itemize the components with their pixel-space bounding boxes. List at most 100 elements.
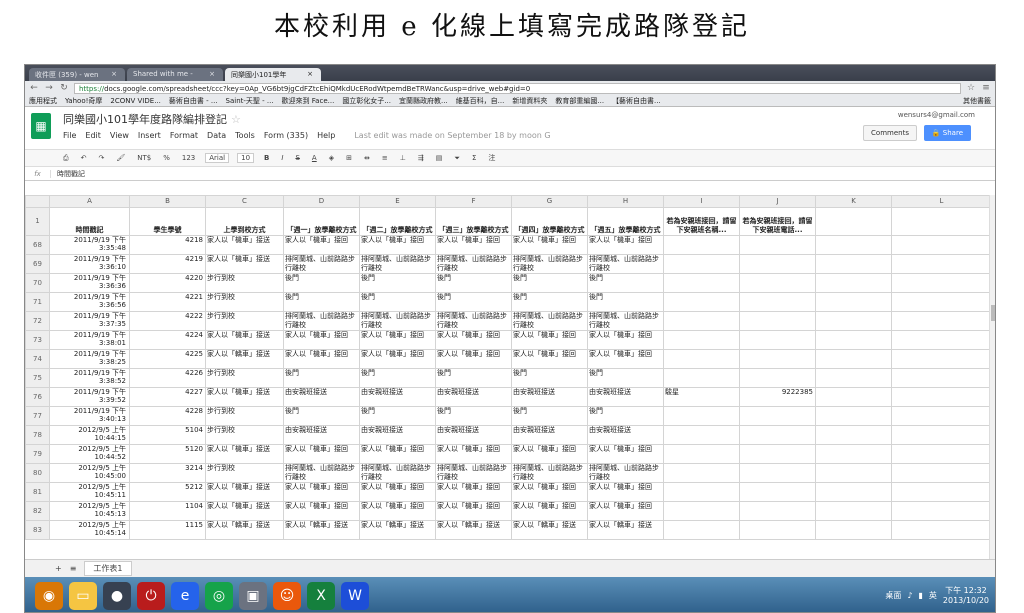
row-number[interactable]: 83 — [25, 520, 50, 540]
table-cell[interactable] — [815, 207, 892, 236]
table-cell[interactable]: 家人以「機車」接回 — [587, 482, 664, 502]
table-cell[interactable]: 4224 — [129, 330, 206, 350]
table-cell[interactable]: 家人以「轎車」接送 — [511, 520, 588, 540]
table-cell[interactable]: 2011/9/19 下午 3:37:35 — [49, 311, 130, 331]
table-cell[interactable]: 家人以「機車」接送 — [205, 501, 284, 521]
undo-icon[interactable]: ↶ — [79, 154, 89, 162]
table-cell[interactable]: 「週二」放學離校方式 — [359, 207, 436, 236]
bookmark-item[interactable]: 應用程式 — [29, 96, 57, 106]
redo-icon[interactable]: ↷ — [96, 154, 106, 162]
table-cell[interactable]: 步行到校 — [205, 406, 284, 426]
table-cell[interactable]: 4225 — [129, 349, 206, 369]
table-cell[interactable]: 4226 — [129, 368, 206, 388]
table-cell[interactable]: 家人以「機車」接回 — [511, 482, 588, 502]
close-icon[interactable]: × — [209, 70, 215, 81]
column-header[interactable]: E — [359, 195, 436, 208]
table-cell[interactable]: 後門 — [435, 273, 512, 293]
table-cell[interactable] — [739, 463, 816, 483]
bookmark-item[interactable]: Saint-天聖 - ... — [226, 96, 274, 106]
table-cell[interactable]: 若為安親班接回，請留下安親班名稱... — [663, 207, 740, 236]
table-cell[interactable] — [815, 273, 892, 293]
bookmark-item[interactable]: Yahoo!奇摩 — [65, 96, 102, 106]
table-cell[interactable]: 家人以「機車」接回 — [359, 349, 436, 369]
table-cell[interactable]: 由安親班接送 — [435, 387, 512, 407]
table-cell[interactable]: 家人以「機車」接回 — [587, 444, 664, 464]
network-icon[interactable]: ▮ — [918, 591, 922, 600]
table-cell[interactable]: 後門 — [587, 368, 664, 388]
menu-data[interactable]: Data — [207, 131, 226, 140]
table-cell[interactable]: 家人以「機車」接送 — [205, 387, 284, 407]
table-cell[interactable]: 4221 — [129, 292, 206, 312]
table-cell[interactable]: 2012/9/5 上午 10:45:00 — [49, 463, 130, 483]
table-cell[interactable] — [739, 254, 816, 274]
table-cell[interactable] — [815, 520, 892, 540]
column-header[interactable]: D — [283, 195, 360, 208]
table-cell[interactable]: 由安親班接送 — [587, 387, 664, 407]
table-cell[interactable] — [815, 501, 892, 521]
table-cell[interactable]: 後門 — [283, 406, 360, 426]
table-cell[interactable] — [891, 482, 992, 502]
user-email[interactable]: wensurs4@gmail.com — [898, 111, 975, 119]
table-cell[interactable]: 2012/9/5 上午 10:45:14 — [49, 520, 130, 540]
table-cell[interactable]: 家人以「機車」接回 — [435, 444, 512, 464]
table-cell[interactable]: 後門 — [283, 273, 360, 293]
table-cell[interactable] — [663, 235, 740, 255]
table-cell[interactable]: 由安親班接送 — [511, 425, 588, 445]
menu-file[interactable]: File — [63, 131, 76, 140]
row-number[interactable]: 80 — [25, 463, 50, 483]
table-cell[interactable]: 後門 — [359, 406, 436, 426]
table-cell[interactable]: 由安親班接送 — [435, 425, 512, 445]
chrome-browser-icon[interactable]: ◎ — [205, 581, 233, 610]
table-cell[interactable]: 由安親班接送 — [359, 425, 436, 445]
row-number[interactable]: 73 — [25, 330, 50, 350]
table-cell[interactable] — [891, 235, 992, 255]
table-cell[interactable]: 由安親班接送 — [283, 425, 360, 445]
table-cell[interactable] — [815, 444, 892, 464]
table-cell[interactable]: 排阿蘭城、山前路路步行離校 — [435, 311, 512, 331]
table-cell[interactable] — [739, 425, 816, 445]
table-cell[interactable]: 步行到校 — [205, 273, 284, 293]
table-cell[interactable]: 家人以「機車」接回 — [587, 235, 664, 255]
table-cell[interactable] — [739, 349, 816, 369]
table-cell[interactable] — [815, 235, 892, 255]
table-cell[interactable] — [891, 292, 992, 312]
formula-input[interactable]: 時間戳記 — [51, 169, 85, 179]
table-cell[interactable]: 若為安親班接回，請留下安親班電話... — [739, 207, 816, 236]
row-number[interactable]: 82 — [25, 501, 50, 521]
table-cell[interactable] — [891, 330, 992, 350]
column-header[interactable]: A — [49, 195, 130, 208]
word-icon[interactable]: W — [341, 581, 369, 610]
table-cell[interactable] — [663, 406, 740, 426]
table-cell[interactable] — [663, 273, 740, 293]
merge-icon[interactable]: ⇹ — [362, 154, 372, 162]
scrollbar-thumb[interactable] — [991, 305, 995, 321]
table-cell[interactable]: 家人以「機車」接回 — [359, 330, 436, 350]
table-cell[interactable] — [815, 463, 892, 483]
table-cell[interactable]: 步行到校 — [205, 463, 284, 483]
table-cell[interactable]: 家人以「機車」接送 — [205, 330, 284, 350]
table-cell[interactable] — [739, 235, 816, 255]
table-cell[interactable] — [663, 349, 740, 369]
paint-format-icon[interactable]: 🖌 — [114, 154, 127, 162]
table-cell[interactable] — [891, 254, 992, 274]
filter-icon[interactable]: ⏷ — [452, 154, 462, 163]
row-number[interactable]: 79 — [25, 444, 50, 464]
row-number[interactable]: 1 — [25, 207, 50, 236]
table-cell[interactable] — [815, 387, 892, 407]
table-cell[interactable]: 5104 — [129, 425, 206, 445]
add-sheet-icon[interactable]: + — [55, 564, 62, 573]
column-header[interactable]: J — [739, 195, 816, 208]
row-number[interactable]: 68 — [25, 235, 50, 255]
table-cell[interactable]: 排阿蘭城、山前路路步行離校 — [359, 311, 436, 331]
table-cell[interactable]: 2011/9/19 下午 3:38:52 — [49, 368, 130, 388]
table-cell[interactable]: 家人以「機車」接回 — [435, 501, 512, 521]
bookmark-item[interactable]: 歡迎來到 Face... — [282, 96, 335, 106]
table-cell[interactable] — [739, 482, 816, 502]
table-cell[interactable] — [663, 292, 740, 312]
volume-icon[interactable]: ♪ — [907, 591, 912, 600]
font-select[interactable]: Arial — [205, 153, 230, 163]
table-cell[interactable]: 5120 — [129, 444, 206, 464]
comment-button[interactable]: 注 — [486, 153, 497, 163]
browser-tab-drive[interactable]: Shared with me - × — [127, 68, 223, 81]
menu-form[interactable]: Form (335) — [264, 131, 308, 140]
